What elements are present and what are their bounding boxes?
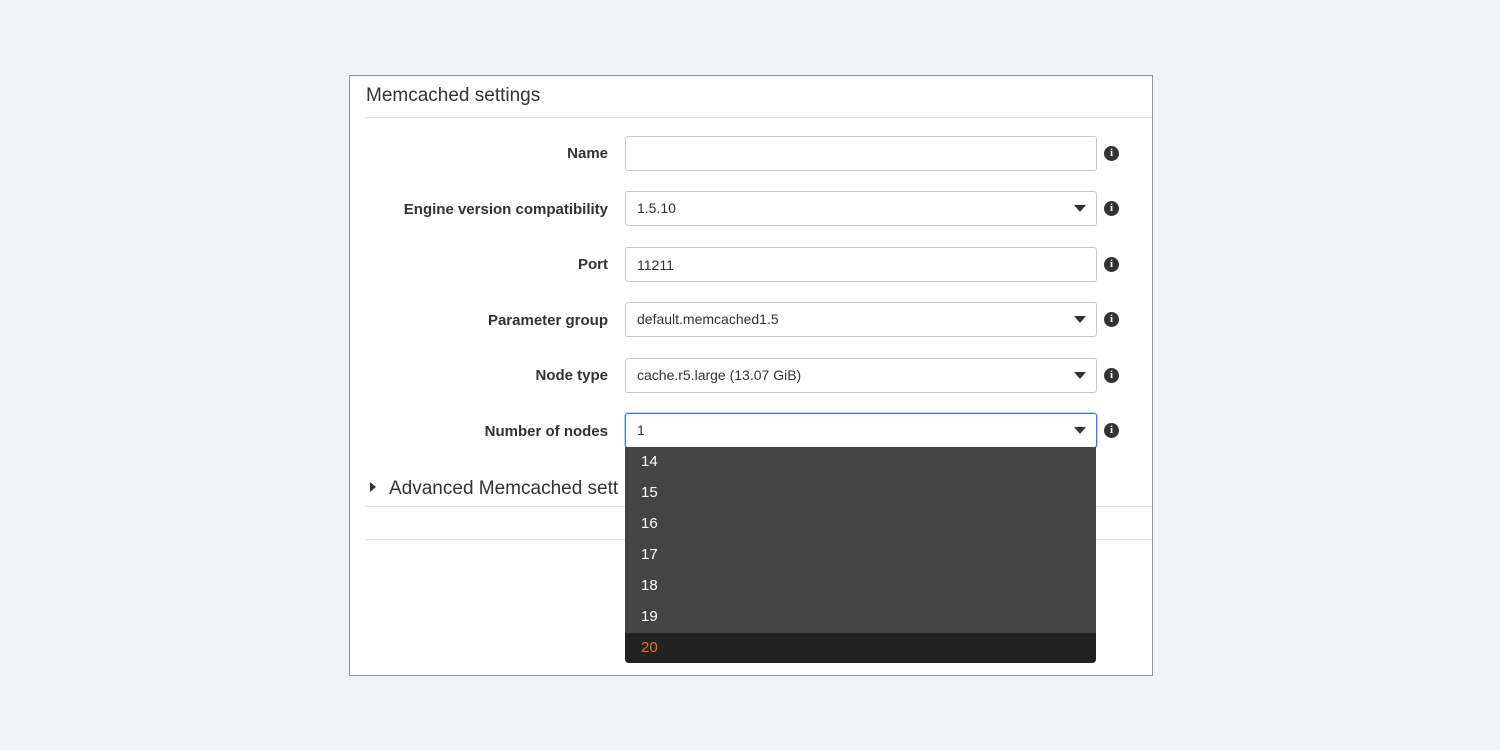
dropdown-option[interactable]: 17 [625, 540, 1096, 571]
title-divider [366, 117, 1152, 118]
dropdown-option[interactable]: 14 [625, 447, 1096, 478]
engine-version-select[interactable]: 1.5.10 [625, 191, 1097, 226]
engine-version-value: 1.5.10 [637, 200, 676, 216]
caret-down-icon [1074, 427, 1086, 434]
caret-down-icon [1074, 205, 1086, 212]
number-of-nodes-dropdown: 14 15 16 17 18 19 20 [625, 447, 1096, 663]
name-label: Name [567, 145, 608, 162]
parameter-group-value: default.memcached1.5 [637, 311, 779, 327]
parameter-group-select[interactable]: default.memcached1.5 [625, 302, 1097, 337]
number-of-nodes-info-icon[interactable]: i [1104, 423, 1119, 438]
dropdown-option[interactable]: 18 [625, 571, 1096, 602]
panel-title: Memcached settings [366, 85, 541, 106]
port-info-icon[interactable]: i [1104, 257, 1119, 272]
caret-down-icon [1074, 372, 1086, 379]
name-info-icon[interactable]: i [1104, 146, 1119, 161]
caret-right-icon [370, 482, 376, 492]
advanced-settings-toggle[interactable]: Advanced Memcached sett [370, 478, 618, 500]
port-input[interactable] [625, 247, 1097, 282]
dropdown-option-highlighted[interactable]: 20 [625, 633, 1096, 663]
engine-version-label: Engine version compatibility [403, 201, 608, 218]
number-of-nodes-label: Number of nodes [484, 423, 608, 440]
node-type-value: cache.r5.large (13.07 GiB) [637, 367, 802, 383]
node-type-info-icon[interactable]: i [1104, 368, 1119, 383]
number-of-nodes-value: 1 [637, 422, 645, 438]
name-input[interactable] [625, 136, 1097, 171]
engine-version-info-icon[interactable]: i [1104, 201, 1119, 216]
node-type-label: Node type [535, 367, 608, 384]
parameter-group-info-icon[interactable]: i [1104, 312, 1119, 327]
advanced-settings-label: Advanced Memcached sett [389, 478, 619, 499]
dropdown-option[interactable]: 19 [625, 602, 1096, 633]
number-of-nodes-select[interactable]: 1 [625, 413, 1097, 448]
dropdown-option[interactable]: 15 [625, 478, 1096, 509]
dropdown-option[interactable]: 16 [625, 509, 1096, 540]
node-type-select[interactable]: cache.r5.large (13.07 GiB) [625, 358, 1097, 393]
caret-down-icon [1074, 316, 1086, 323]
port-label: Port [578, 256, 608, 273]
parameter-group-label: Parameter group [487, 312, 608, 329]
